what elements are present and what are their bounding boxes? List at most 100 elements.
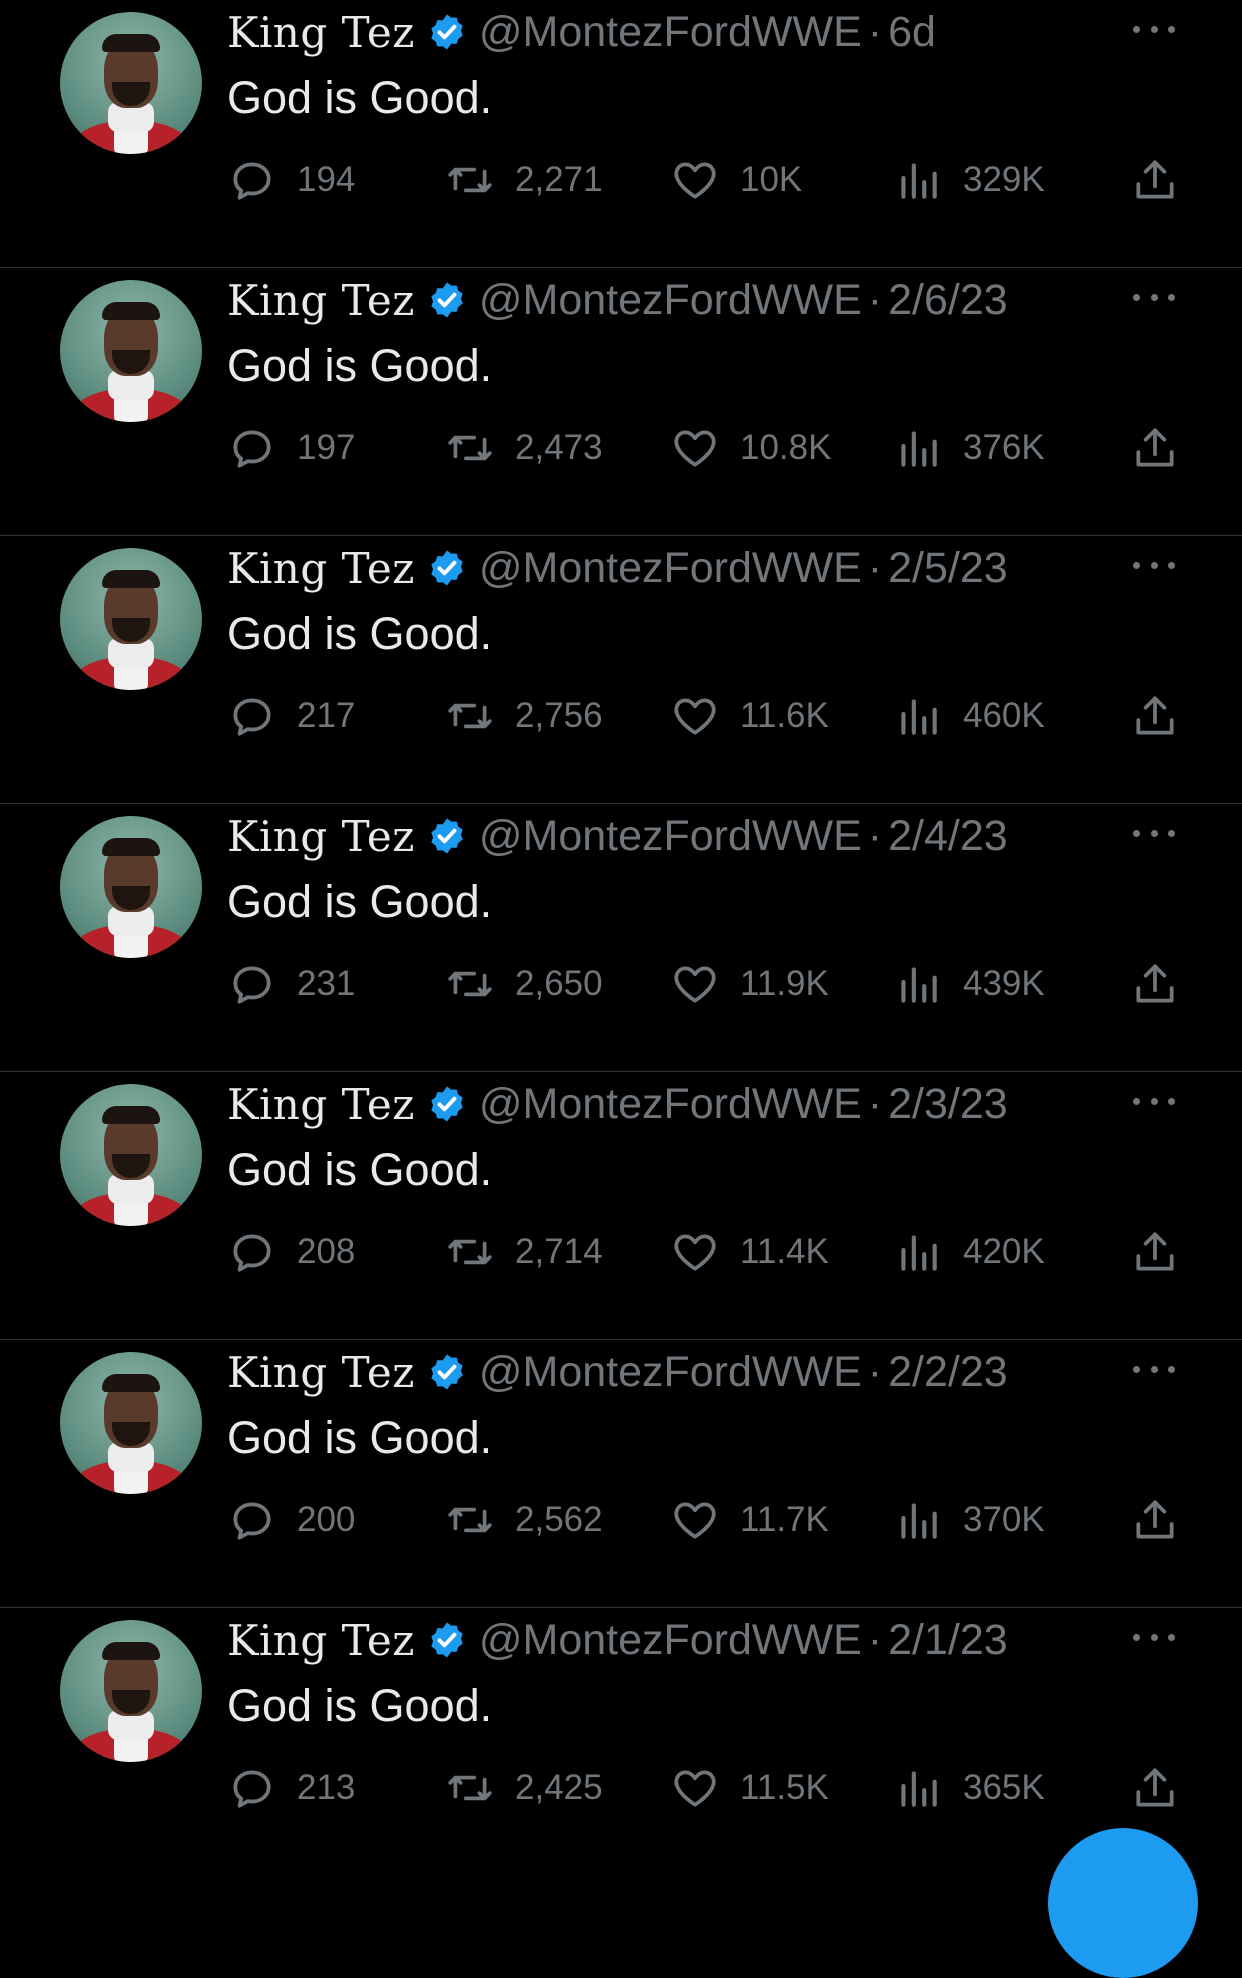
views-button[interactable]: 370K bbox=[893, 1495, 1045, 1545]
avatar[interactable] bbox=[60, 1620, 202, 1762]
author-name[interactable]: King Tez bbox=[227, 1080, 415, 1129]
more-options-icon[interactable] bbox=[1133, 818, 1175, 848]
like-button[interactable]: 10K bbox=[670, 155, 802, 205]
share-button[interactable] bbox=[1130, 1227, 1180, 1277]
views-button[interactable]: 376K bbox=[893, 423, 1045, 473]
tweet[interactable]: King Tez @MontezFordWWE · 2/4/23 God is … bbox=[0, 804, 1242, 1072]
retweet-button[interactable]: 2,562 bbox=[445, 1495, 603, 1545]
tweet[interactable]: King Tez @MontezFordWWE · 2/5/23 God is … bbox=[0, 536, 1242, 804]
retweet-button[interactable]: 2,425 bbox=[445, 1763, 603, 1813]
tweet-timestamp[interactable]: 2/6/23 bbox=[888, 276, 1008, 325]
views-count: 439K bbox=[963, 964, 1045, 1003]
share-button[interactable] bbox=[1130, 959, 1180, 1009]
like-count: 11.6K bbox=[740, 696, 829, 735]
retweet-icon bbox=[448, 703, 492, 729]
reply-button[interactable]: 217 bbox=[227, 691, 355, 741]
reply-button[interactable]: 231 bbox=[227, 959, 355, 1009]
tweet-timestamp[interactable]: 2/5/23 bbox=[888, 544, 1008, 593]
tweet[interactable]: King Tez @MontezFordWWE · 2/2/23 God is … bbox=[0, 1340, 1242, 1608]
share-button[interactable] bbox=[1130, 155, 1180, 205]
author-handle[interactable]: @MontezFordWWE bbox=[479, 1080, 862, 1129]
tweet-text: God is Good. bbox=[227, 1680, 493, 1731]
author-name[interactable]: King Tez bbox=[227, 812, 415, 861]
retweet-count: 2,562 bbox=[515, 1500, 603, 1539]
avatar[interactable] bbox=[60, 280, 202, 422]
separator-dot: · bbox=[867, 1079, 883, 1128]
reply-button[interactable]: 213 bbox=[227, 1763, 355, 1813]
author-name[interactable]: King Tez bbox=[227, 276, 415, 325]
more-options-icon[interactable] bbox=[1133, 14, 1175, 44]
verified-badge-icon bbox=[427, 1084, 467, 1124]
views-count: 460K bbox=[963, 696, 1045, 735]
author-name[interactable]: King Tez bbox=[227, 1616, 415, 1665]
retweet-count: 2,650 bbox=[515, 964, 603, 1003]
views-button[interactable]: 439K bbox=[893, 959, 1045, 1009]
views-button[interactable]: 329K bbox=[893, 155, 1045, 205]
share-button[interactable] bbox=[1130, 1763, 1180, 1813]
separator-dot: · bbox=[867, 7, 883, 56]
like-button[interactable]: 10.8K bbox=[670, 423, 831, 473]
retweet-icon bbox=[448, 971, 492, 997]
tweet-header: King Tez @MontezFordWWE · 6d bbox=[227, 7, 936, 57]
retweet-button[interactable]: 2,714 bbox=[445, 1227, 603, 1277]
retweet-count: 2,473 bbox=[515, 428, 603, 467]
tweet[interactable]: King Tez @MontezFordWWE · 6d God is Good… bbox=[0, 0, 1242, 268]
more-options-icon[interactable] bbox=[1133, 282, 1175, 312]
views-count: 420K bbox=[963, 1232, 1045, 1271]
author-name[interactable]: King Tez bbox=[227, 8, 415, 57]
tweet-timestamp[interactable]: 6d bbox=[888, 8, 936, 57]
author-handle[interactable]: @MontezFordWWE bbox=[479, 544, 862, 593]
reply-button[interactable]: 200 bbox=[227, 1495, 355, 1545]
author-name[interactable]: King Tez bbox=[227, 1348, 415, 1397]
like-button[interactable]: 11.7K bbox=[670, 1495, 829, 1545]
views-count: 376K bbox=[963, 428, 1045, 467]
retweet-button[interactable]: 2,756 bbox=[445, 691, 603, 741]
tweet-timestamp[interactable]: 2/4/23 bbox=[888, 812, 1008, 861]
reply-icon bbox=[233, 1234, 271, 1272]
author-handle[interactable]: @MontezFordWWE bbox=[479, 276, 862, 325]
tweet[interactable]: King Tez @MontezFordWWE · 2/1/23 God is … bbox=[0, 1608, 1242, 1876]
more-options-icon[interactable] bbox=[1133, 550, 1175, 580]
retweet-button[interactable]: 2,271 bbox=[445, 155, 603, 205]
share-button[interactable] bbox=[1130, 691, 1180, 741]
heart-icon bbox=[674, 1234, 716, 1271]
reply-count: 200 bbox=[297, 1500, 356, 1539]
tweet-timestamp[interactable]: 2/1/23 bbox=[888, 1616, 1008, 1665]
like-button[interactable]: 11.4K bbox=[670, 1227, 829, 1277]
retweet-button[interactable]: 2,650 bbox=[445, 959, 603, 1009]
views-button[interactable]: 460K bbox=[893, 691, 1045, 741]
author-name[interactable]: King Tez bbox=[227, 544, 415, 593]
avatar[interactable] bbox=[60, 1352, 202, 1494]
compose-button[interactable] bbox=[1048, 1828, 1198, 1978]
more-options-icon[interactable] bbox=[1133, 1354, 1175, 1384]
more-options-icon[interactable] bbox=[1133, 1086, 1175, 1116]
reply-button[interactable]: 197 bbox=[227, 423, 355, 473]
author-handle[interactable]: @MontezFordWWE bbox=[479, 1348, 862, 1397]
tweet-timestamp[interactable]: 2/2/23 bbox=[888, 1348, 1008, 1397]
views-button[interactable]: 365K bbox=[893, 1763, 1045, 1813]
retweet-button[interactable]: 2,473 bbox=[445, 423, 603, 473]
author-handle[interactable]: @MontezFordWWE bbox=[479, 1616, 862, 1665]
tweet-timestamp[interactable]: 2/3/23 bbox=[888, 1080, 1008, 1129]
share-button[interactable] bbox=[1130, 423, 1180, 473]
reply-icon bbox=[233, 1770, 271, 1808]
tweet[interactable]: King Tez @MontezFordWWE · 2/3/23 God is … bbox=[0, 1072, 1242, 1340]
avatar[interactable] bbox=[60, 1084, 202, 1226]
more-options-icon[interactable] bbox=[1133, 1622, 1175, 1652]
share-icon bbox=[1136, 1500, 1174, 1539]
avatar[interactable] bbox=[60, 12, 202, 154]
tweet-text: God is Good. bbox=[227, 608, 493, 659]
author-handle[interactable]: @MontezFordWWE bbox=[479, 812, 862, 861]
reply-button[interactable]: 208 bbox=[227, 1227, 355, 1277]
author-handle[interactable]: @MontezFordWWE bbox=[479, 8, 862, 57]
avatar[interactable] bbox=[60, 548, 202, 690]
heart-icon bbox=[674, 1770, 716, 1807]
reply-button[interactable]: 194 bbox=[227, 155, 355, 205]
views-button[interactable]: 420K bbox=[893, 1227, 1045, 1277]
tweet[interactable]: King Tez @MontezFordWWE · 2/6/23 God is … bbox=[0, 268, 1242, 536]
like-button[interactable]: 11.9K bbox=[670, 959, 829, 1009]
share-button[interactable] bbox=[1130, 1495, 1180, 1545]
like-button[interactable]: 11.6K bbox=[670, 691, 829, 741]
like-button[interactable]: 11.5K bbox=[670, 1763, 829, 1813]
avatar[interactable] bbox=[60, 816, 202, 958]
